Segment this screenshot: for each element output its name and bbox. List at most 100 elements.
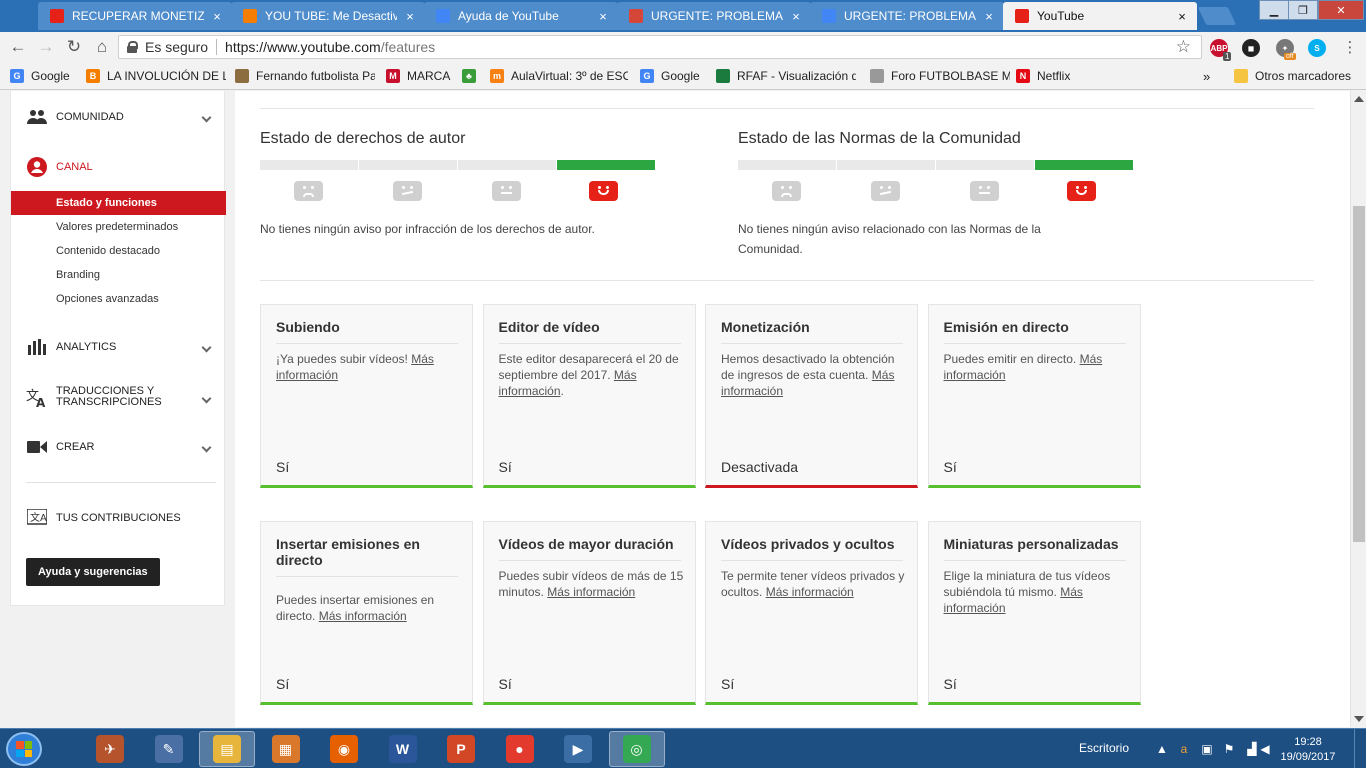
flag-icon[interactable]: ⚑ bbox=[1222, 742, 1236, 756]
new-tab-button[interactable] bbox=[1197, 7, 1237, 25]
more-info-link[interactable]: Más información bbox=[766, 585, 854, 599]
more-info-link[interactable]: Más información bbox=[319, 609, 407, 623]
adblock-count-badge: 1 bbox=[1223, 52, 1232, 61]
bookmark-item[interactable]: B LA INVOLUCIÓN DE LA bbox=[86, 68, 226, 84]
sidebar-subitem[interactable]: Valores predeterminados bbox=[11, 215, 226, 239]
paint-icon: ▦ bbox=[271, 735, 300, 763]
close-tab-icon[interactable]: × bbox=[982, 9, 996, 24]
translate-icon: 文A bbox=[26, 507, 48, 529]
chevron-down-icon[interactable] bbox=[201, 342, 212, 352]
system-clock[interactable]: 19:28 19/09/2017 bbox=[1272, 735, 1344, 765]
bookmark-item[interactable]: G Google bbox=[640, 68, 706, 84]
sidebar-item-comunidad[interactable]: COMUNIDAD bbox=[11, 107, 226, 127]
page-icon bbox=[870, 69, 884, 83]
feature-title: Miniaturas personalizadas bbox=[943, 536, 1126, 561]
tab-5[interactable]: YouTube × bbox=[1003, 2, 1197, 30]
taskbar-app-button[interactable]: W bbox=[375, 731, 431, 767]
taskbar-app-button[interactable]: ▦ bbox=[258, 731, 314, 767]
scroll-up-icon[interactable] bbox=[1354, 96, 1364, 102]
taskbar-app-button[interactable]: ✈ bbox=[82, 731, 138, 767]
tab-2[interactable]: Ayuda de YouTube × bbox=[424, 2, 618, 30]
taskbar-app-button[interactable]: ◉ bbox=[316, 731, 372, 767]
tray-expand-icon[interactable]: ▲ bbox=[1155, 742, 1169, 756]
taskbar-app-button[interactable]: ◎ bbox=[608, 731, 665, 767]
blogger-icon bbox=[243, 9, 257, 23]
maximize-button[interactable]: ❐ bbox=[1288, 0, 1318, 20]
bookmarks-overflow-icon[interactable]: » bbox=[1203, 68, 1210, 84]
feature-card: Insertar emisiones en directo Puedes inse… bbox=[260, 521, 473, 705]
skype-icon[interactable]: S bbox=[1308, 39, 1326, 57]
bookmark-item[interactable]: RFAF - Visualización d bbox=[716, 68, 856, 84]
forward-icon[interactable]: → bbox=[36, 37, 56, 57]
tab-0[interactable]: RECUPERAR MONETIZACIÓN× bbox=[38, 2, 232, 30]
scrollbar-thumb[interactable] bbox=[1353, 206, 1365, 542]
sidebar: COMUNIDAD CANAL Estado y funciones Valore… bbox=[10, 91, 226, 606]
pen-icon: ✎ bbox=[154, 735, 183, 763]
desktop-toolbar-label[interactable]: Escritorio bbox=[1079, 741, 1129, 755]
video-camera-icon bbox=[26, 436, 48, 458]
speaker-icon[interactable]: ◀ bbox=[1258, 742, 1272, 756]
sidebar-subitem[interactable]: Contenido destacado bbox=[11, 239, 226, 263]
home-icon[interactable]: ⌂ bbox=[92, 37, 112, 57]
sidebar-item-contribuciones[interactable]: 文A TUS CONTRIBUCIONES bbox=[11, 508, 226, 528]
chevron-down-icon[interactable] bbox=[201, 112, 212, 122]
help-feedback-button[interactable]: Ayuda y sugerencias bbox=[26, 558, 160, 586]
taskbar-app-button[interactable]: ● bbox=[492, 731, 548, 767]
other-bookmarks[interactable]: Otros marcadores bbox=[1234, 68, 1351, 84]
reload-icon[interactable]: ↻ bbox=[64, 37, 84, 57]
windows-logo-icon bbox=[16, 741, 32, 757]
bookmark-item[interactable]: G Google bbox=[10, 68, 76, 84]
sidebar-item-analytics[interactable]: ANALYTICS bbox=[11, 337, 226, 357]
ninja-extension-icon[interactable]: ◼ bbox=[1242, 39, 1260, 57]
feature-card: Editor de vídeo Este editor desaparecerá … bbox=[482, 304, 696, 488]
chevron-down-icon[interactable] bbox=[201, 393, 212, 403]
taskbar-app-button[interactable]: P bbox=[433, 731, 489, 767]
chevron-down-icon[interactable] bbox=[201, 442, 212, 452]
tab-3[interactable]: URGENTE: PROBLEMA CON× bbox=[617, 2, 811, 30]
taskbar-app-button[interactable]: ✎ bbox=[141, 731, 197, 767]
tab-4[interactable]: URGENTE: PROBLEMA CON× bbox=[810, 2, 1004, 30]
avast-icon[interactable]: a bbox=[1177, 742, 1191, 756]
tab-1[interactable]: YOU TUBE: Me Desactivaron× bbox=[231, 2, 425, 30]
close-tab-icon[interactable]: × bbox=[210, 9, 224, 24]
close-tab-icon[interactable]: × bbox=[403, 9, 417, 24]
sidebar-subitem[interactable]: Branding bbox=[11, 263, 226, 287]
sidebar-subitem[interactable]: Opciones avanzadas bbox=[11, 287, 226, 311]
feature-title: Vídeos de mayor duración bbox=[498, 536, 681, 561]
sidebar-item-canal[interactable]: CANAL bbox=[11, 157, 226, 177]
bookmark-item[interactable]: ♣ bbox=[462, 68, 482, 84]
more-info-link[interactable]: Más información bbox=[547, 585, 635, 599]
sidebar-item-crear[interactable]: CREAR bbox=[11, 437, 226, 457]
copyright-status-title: Estado de derechos de autor bbox=[260, 130, 466, 147]
sidebar-item-traducciones[interactable]: 文A TRADUCCIONES Y TRANSCRIPCIONES bbox=[11, 386, 226, 410]
bookmark-item[interactable]: Fernando futbolista Pa bbox=[235, 68, 375, 84]
taskbar-app-button[interactable]: ▶ bbox=[550, 731, 606, 767]
device-icon[interactable]: ▣ bbox=[1200, 742, 1214, 756]
bookmarks-bar: G Google B LA INVOLUCIÓN DE LA Fernando futb… bbox=[0, 62, 1366, 90]
netflix-icon: N bbox=[1016, 69, 1030, 83]
taskbar-app-button[interactable]: ▤ bbox=[199, 731, 255, 767]
network-icon[interactable]: ▟ bbox=[1245, 742, 1259, 756]
menu-icon[interactable]: ⋮ bbox=[1340, 37, 1360, 57]
camera-icon: ● bbox=[505, 735, 534, 763]
bookmark-item[interactable]: N Netflix bbox=[1016, 68, 1082, 84]
scroll-down-icon[interactable] bbox=[1354, 716, 1364, 722]
close-tab-icon[interactable]: × bbox=[596, 9, 610, 24]
address-bar[interactable]: Es seguro https://www.youtube.com/featur… bbox=[118, 35, 1202, 59]
back-icon[interactable]: ← bbox=[8, 37, 28, 57]
close-window-button[interactable]: ✕ bbox=[1318, 0, 1364, 20]
show-desktop-button[interactable] bbox=[1354, 729, 1366, 768]
bookmark-item[interactable]: Foro FUTBOLBASE MA bbox=[870, 68, 1010, 84]
page-scrollbar[interactable] bbox=[1350, 91, 1366, 727]
minimize-button[interactable]: ▁ bbox=[1259, 0, 1289, 20]
forum-icon bbox=[822, 9, 836, 23]
close-tab-icon[interactable]: × bbox=[789, 9, 803, 24]
bookmark-star-icon[interactable]: ☆ bbox=[1176, 37, 1191, 57]
close-tab-icon[interactable]: × bbox=[1175, 9, 1189, 24]
bookmark-item[interactable]: M MARCA bbox=[386, 68, 452, 84]
sidebar-subitem[interactable]: Estado y funciones bbox=[11, 191, 226, 215]
url-path: /features bbox=[380, 39, 436, 55]
start-button[interactable] bbox=[6, 732, 42, 766]
feature-card: Emisión en directo Puedes emitir en direc… bbox=[927, 304, 1141, 488]
bookmark-item[interactable]: m AulaVirtual: 3º de ESO bbox=[490, 68, 628, 84]
